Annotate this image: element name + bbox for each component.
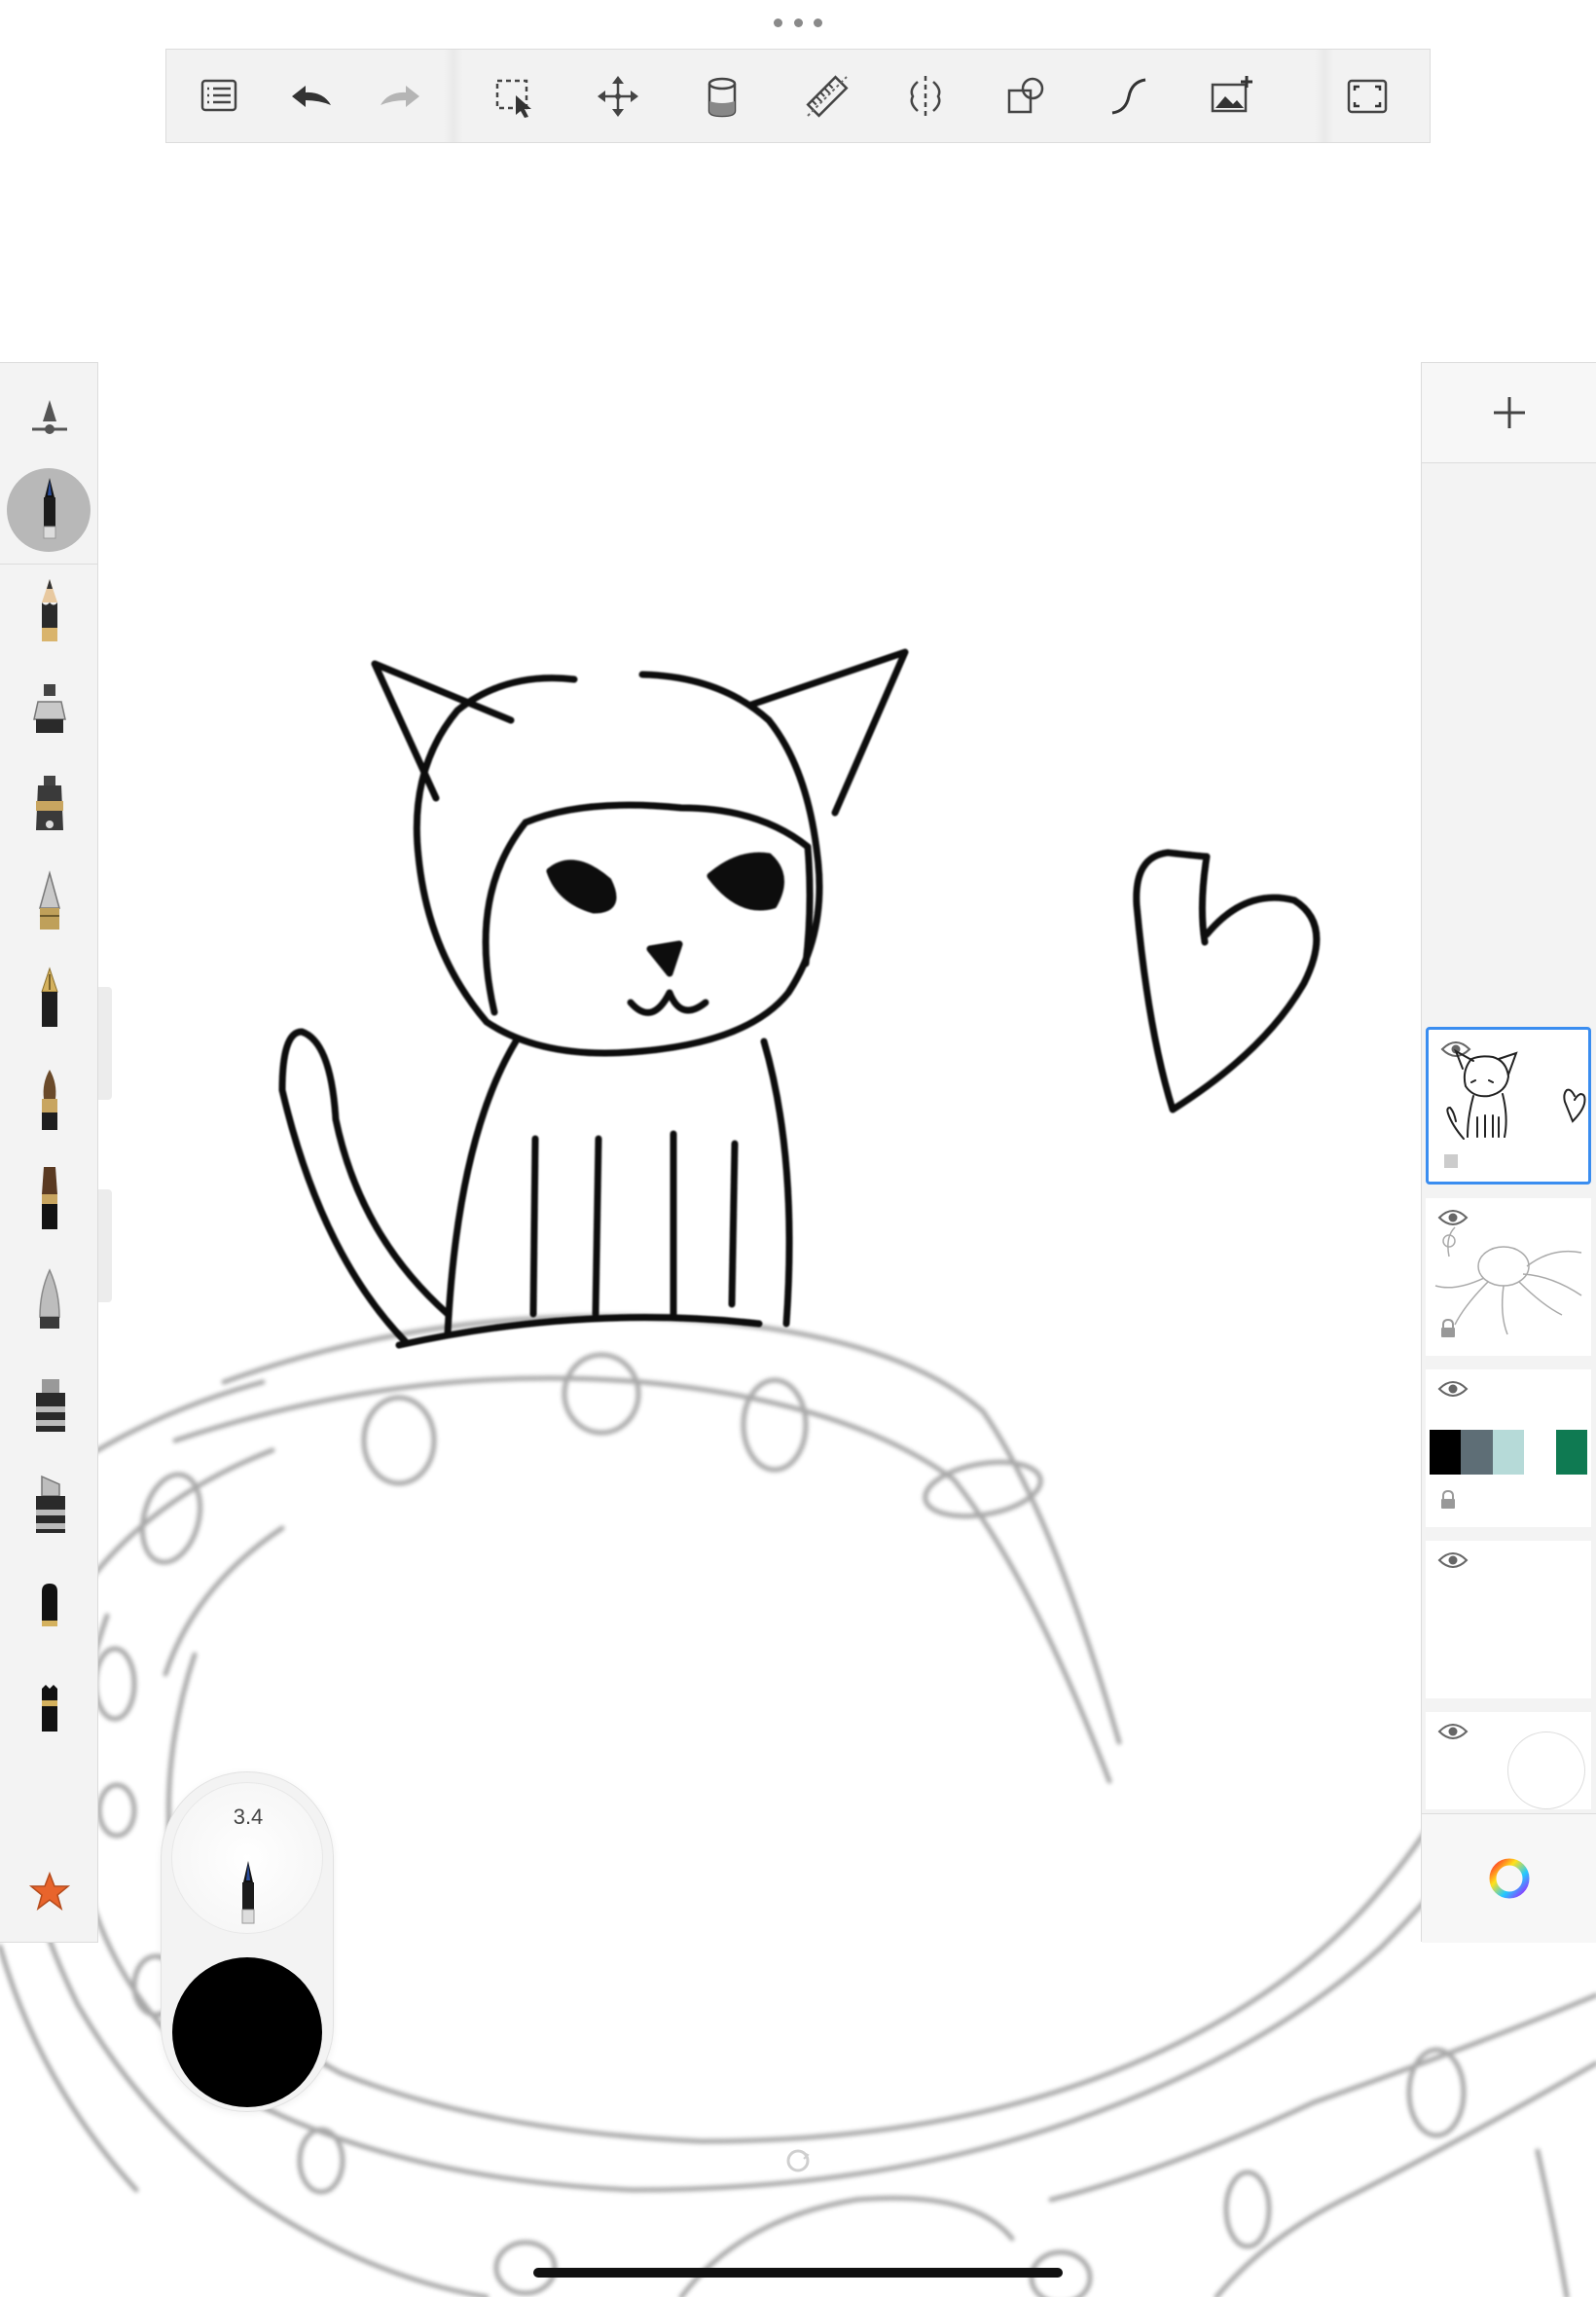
paint-bucket-icon[interactable]	[688, 61, 758, 131]
layer-thumbnail-empty[interactable]	[1426, 1541, 1591, 1698]
color-swatch	[1430, 1430, 1462, 1475]
eraser-hard-icon[interactable]	[0, 1558, 98, 1656]
lock-icon[interactable]	[1439, 1319, 1457, 1338]
paint-tube-icon[interactable]	[0, 758, 98, 856]
cat-drawing	[278, 648, 909, 1349]
lock-icon[interactable]	[1439, 1490, 1457, 1510]
redo-icon[interactable]	[366, 61, 436, 131]
cat-layer-preview	[1444, 1048, 1586, 1168]
canvas-rotate-handle-icon[interactable]	[784, 2147, 812, 2174]
undo-icon[interactable]	[275, 61, 345, 131]
brush-panel-tab-secondary[interactable]	[98, 1189, 112, 1302]
marker-icon[interactable]	[0, 661, 98, 758]
layer-thumbnail-background[interactable]	[1426, 1712, 1591, 1809]
fountain-pen-icon[interactable]	[0, 953, 98, 1050]
symmetry-icon[interactable]	[890, 61, 961, 131]
wide-marker-icon[interactable]	[0, 1356, 98, 1453]
layer-thumbnail-octopus[interactable]	[1426, 1198, 1591, 1356]
home-indicator[interactable]	[533, 2268, 1063, 2278]
color-wheel-icon	[1489, 1858, 1530, 1899]
eraser-soft-icon[interactable]	[0, 1661, 98, 1759]
color-swatch	[1461, 1430, 1493, 1475]
selection-icon[interactable]	[480, 61, 550, 131]
heart-drawing	[1133, 849, 1321, 1113]
ballpoint-pen-icon[interactable]	[0, 460, 98, 558]
current-color-swatch[interactable]	[172, 1957, 322, 2107]
color-swatch	[1555, 1430, 1588, 1475]
color-picker-button[interactable]	[1422, 1813, 1596, 1943]
brush-palette	[0, 362, 98, 1943]
list-menu-icon[interactable]	[184, 61, 254, 131]
round-brush-icon[interactable]	[0, 1054, 98, 1151]
brush-size-control[interactable]: 3.4	[171, 1782, 323, 1934]
ruler-guides-icon[interactable]	[792, 61, 862, 131]
shapes-icon[interactable]	[992, 61, 1062, 131]
add-image-icon[interactable]	[1196, 61, 1266, 131]
layer-thumbnail-cat[interactable]	[1426, 1027, 1591, 1185]
eye-icon[interactable]	[1437, 1722, 1469, 1741]
brush-properties-icon[interactable]	[0, 367, 98, 464]
top-toolbar	[165, 49, 1431, 143]
star-icon[interactable]	[0, 1842, 98, 1940]
cone-pen-icon[interactable]	[0, 856, 98, 953]
swatch-row	[1430, 1430, 1588, 1475]
airbrush-icon[interactable]	[0, 1253, 98, 1350]
move-transform-icon[interactable]	[583, 61, 653, 131]
ballpoint-pen-icon	[241, 1861, 255, 1924]
flat-brush-icon[interactable]	[0, 1151, 98, 1249]
layer-thumbnail-swatches[interactable]	[1426, 1369, 1591, 1527]
layer-panel	[1421, 362, 1596, 1943]
chisel-marker-icon[interactable]	[0, 1457, 98, 1554]
more-options-handle[interactable]	[774, 16, 822, 29]
eye-icon[interactable]	[1437, 1550, 1469, 1570]
color-swatch	[1524, 1430, 1556, 1475]
brush-puck[interactable]: 3.4	[161, 1771, 334, 2112]
curve-stroke-icon[interactable]	[1094, 61, 1164, 131]
fullscreen-icon[interactable]	[1332, 61, 1402, 131]
add-layer-button[interactable]	[1422, 363, 1596, 463]
brush-size-value: 3.4	[233, 1805, 264, 1829]
pencil-icon[interactable]	[0, 564, 98, 661]
eye-icon[interactable]	[1437, 1379, 1469, 1399]
plus-icon	[1494, 397, 1525, 428]
color-swatch	[1492, 1430, 1525, 1475]
background-color-circle[interactable]	[1507, 1732, 1585, 1809]
brush-panel-tab[interactable]	[98, 987, 112, 1100]
